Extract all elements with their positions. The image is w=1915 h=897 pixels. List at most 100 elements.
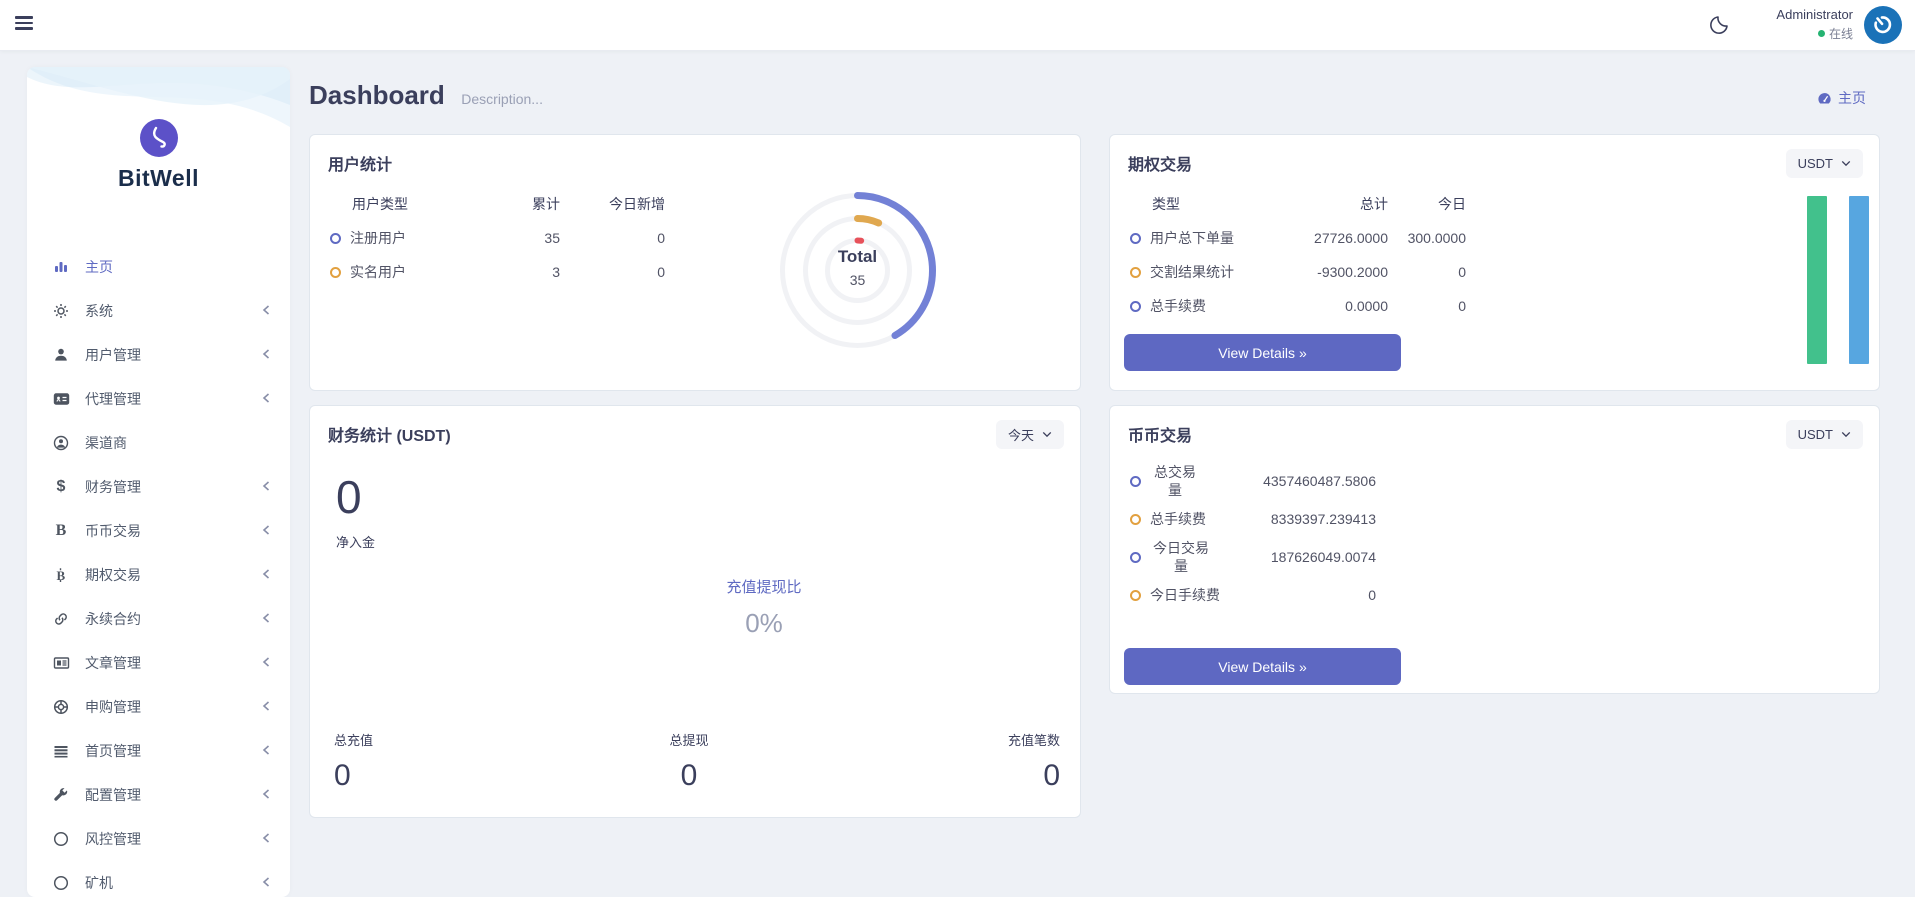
breadcrumb[interactable]: 主页 — [1817, 88, 1866, 108]
user-stats-card: 用户统计 用户类型 累计 今日新增 注册用户 35 0 实名用户 3 0 Tot… — [309, 134, 1081, 391]
id-card-icon — [51, 391, 71, 407]
breadcrumb-label: 主页 — [1838, 88, 1866, 108]
sidebar-item-homepage-management[interactable]: 首页管理 — [27, 729, 290, 773]
card-title: 财务统计 (USDT) — [328, 422, 451, 446]
finance-stats-card: 财务统计 (USDT) 今天 0 净入金 充值提现比 0% 总充值 0 总提现 … — [309, 405, 1081, 818]
chevron-left-icon — [260, 655, 272, 669]
green-bar — [1807, 196, 1827, 364]
net-deposit-label: 净入金 — [336, 532, 375, 551]
sidebar-item-agent-management[interactable]: 代理管理 — [27, 377, 290, 421]
page-header: Dashboard Description... — [309, 80, 543, 111]
orange-ring-icon — [1130, 267, 1141, 278]
sidebar-item-mining[interactable]: 矿机 — [27, 861, 290, 897]
online-dot — [1818, 30, 1825, 37]
sidebar-item-article-management[interactable]: 文章管理 — [27, 641, 290, 685]
user-stats-table: 用户类型 累计 今日新增 注册用户 35 0 实名用户 3 0 — [330, 187, 665, 289]
brand-logo-icon — [140, 119, 178, 157]
list-item: 今日手续费 0 — [1130, 578, 1376, 612]
spot-stats-list: 总交易量 4357460487.5806 总手续费 8339397.239413… — [1130, 460, 1376, 612]
brand-name: BitWell — [27, 165, 290, 192]
user-avatar[interactable] — [1864, 6, 1902, 44]
blue-bar — [1849, 196, 1869, 364]
power-icon — [1866, 8, 1900, 42]
orange-ring-icon — [330, 267, 341, 278]
sidebar-item-finance-management[interactable]: $ 财务管理 — [27, 465, 290, 509]
list-item: 总交易量 4357460487.5806 — [1130, 460, 1376, 502]
chevron-down-icon — [1841, 160, 1851, 167]
sidebar-item-system[interactable]: 系统 — [27, 289, 290, 333]
gear-icon — [51, 303, 71, 319]
spot-trading-card: 币币交易 USDT 总交易量 4357460487.5806 总手续费 8339… — [1109, 405, 1880, 694]
table-row: 总手续费 0.0000 0 — [1130, 289, 1466, 323]
table-row: 用户总下单量 27726.0000 300.0000 — [1130, 221, 1466, 255]
table-row: 交割结果统计 -9300.2000 0 — [1130, 255, 1466, 289]
period-dropdown[interactable]: 今天 — [996, 420, 1064, 449]
sidebar-item-home[interactable]: 主页 — [27, 245, 290, 289]
chevron-down-icon — [1042, 431, 1052, 438]
table-row: 实名用户 3 0 — [330, 255, 665, 289]
card-title: 用户统计 — [328, 151, 392, 175]
circle-icon — [51, 831, 71, 847]
donut-center: Total 35 — [770, 247, 945, 288]
chevron-down-icon — [1841, 431, 1851, 438]
table-row: 注册用户 35 0 — [330, 221, 665, 255]
letter-b-icon: B — [51, 523, 71, 539]
currency-dropdown[interactable]: USDT — [1786, 149, 1863, 178]
currency-dropdown[interactable]: USDT — [1786, 420, 1863, 449]
sidebar: BitWell 主页 系统 用户管理 代理管理 — [27, 67, 290, 897]
chevron-left-icon — [260, 611, 272, 625]
chevron-left-icon — [260, 831, 272, 845]
user-total-donut-chart: Total 35 — [770, 183, 945, 358]
list-item: 总手续费 8339397.239413 — [1130, 502, 1376, 536]
sidebar-item-subscription-management[interactable]: 申购管理 — [27, 685, 290, 729]
chart-bars-icon — [51, 259, 71, 275]
chevron-left-icon — [260, 479, 272, 493]
table-header: 用户类型 累计 今日新增 — [330, 187, 665, 221]
view-details-button[interactable]: View Details » — [1124, 334, 1401, 371]
chevron-left-icon — [260, 699, 272, 713]
dark-mode-icon[interactable] — [1707, 13, 1731, 37]
sidebar-item-channel[interactable]: 渠道商 — [27, 421, 290, 465]
sidebar-item-user-management[interactable]: 用户管理 — [27, 333, 290, 377]
sidebar-item-options-trading[interactable]: B 期权交易 — [27, 553, 290, 597]
chevron-left-icon — [260, 743, 272, 757]
gauge-icon — [1817, 91, 1832, 106]
list-item: 今日交易量 187626049.0074 — [1130, 536, 1376, 578]
chevron-left-icon — [260, 391, 272, 405]
sidebar-item-risk-control[interactable]: 风控管理 — [27, 817, 290, 861]
brand-block[interactable]: BitWell — [27, 119, 290, 192]
chevron-left-icon — [260, 523, 272, 537]
circle-icon — [51, 875, 71, 891]
menu-toggle-icon[interactable] — [15, 16, 33, 34]
purple-ring-icon — [1130, 233, 1141, 244]
net-deposit-value: 0 — [336, 470, 362, 524]
bitcoin-icon: B — [51, 567, 71, 583]
card-title: 币币交易 — [1128, 422, 1192, 446]
sidebar-item-perpetual-contract[interactable]: 永续合约 — [27, 597, 290, 641]
view-details-button[interactable]: View Details » — [1124, 648, 1401, 685]
newspaper-icon — [51, 655, 71, 671]
sidebar-item-spot-trading[interactable]: B 币币交易 — [27, 509, 290, 553]
purple-ring-icon — [1130, 301, 1141, 312]
orange-ring-icon — [1130, 590, 1141, 601]
user-name: Administrator — [1776, 7, 1853, 22]
page-subtitle: Description... — [461, 91, 543, 107]
list-bars-icon — [51, 743, 71, 759]
user-status: 在线 — [1776, 25, 1853, 42]
deposit-withdraw-ratio-link[interactable]: 充值提现比 — [639, 576, 889, 597]
options-table: 类型 总计 今日 用户总下单量 27726.0000 300.0000 交割结果… — [1130, 187, 1466, 323]
chain-link-icon — [51, 611, 71, 627]
user-menu[interactable]: Administrator 在线 — [1776, 7, 1853, 42]
chevron-left-icon — [260, 567, 272, 581]
orange-ring-icon — [1130, 514, 1141, 525]
deposit-withdraw-ratio-value: 0% — [639, 608, 889, 639]
user-circle-icon — [51, 435, 71, 451]
purple-ring-icon — [1130, 476, 1141, 487]
sidebar-item-config-management[interactable]: 配置管理 — [27, 773, 290, 817]
chevron-left-icon — [260, 787, 272, 801]
topbar: Administrator 在线 — [0, 0, 1915, 51]
options-bar-chart — [1807, 196, 1869, 364]
purple-ring-icon — [1130, 552, 1141, 563]
page-title: Dashboard — [309, 80, 445, 111]
dollar-icon: $ — [51, 479, 71, 495]
